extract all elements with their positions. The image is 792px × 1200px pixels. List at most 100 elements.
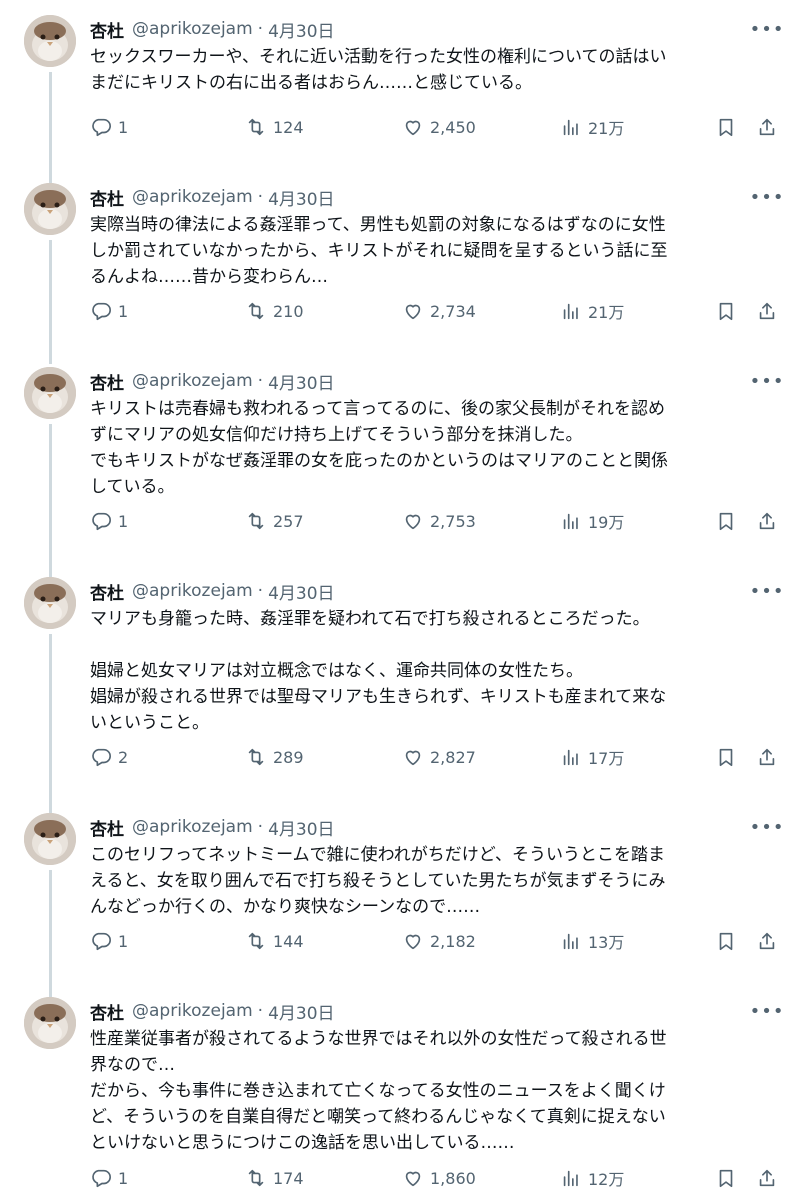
- reply-button[interactable]: 1: [90, 296, 128, 326]
- display-name[interactable]: 杏杜: [90, 17, 124, 42]
- action-bar: 1 257 2,753 19万: [0, 506, 792, 536]
- tweet-date[interactable]: 4月30日: [268, 369, 334, 394]
- retweet-icon: [248, 932, 264, 950]
- user-handle[interactable]: @aprikozejam: [132, 581, 253, 601]
- like-count: 1,860: [430, 1168, 476, 1188]
- separator-dot: ·: [257, 187, 264, 207]
- bookmark-button[interactable]: [715, 742, 737, 772]
- separator-dot: ·: [257, 817, 264, 837]
- tweet-date[interactable]: 4月30日: [268, 815, 334, 840]
- display-name[interactable]: 杏杜: [90, 579, 124, 604]
- more-icon[interactable]: •••: [750, 16, 784, 42]
- reply-button[interactable]: 1: [90, 1163, 128, 1193]
- reply-count: 1: [118, 117, 129, 137]
- views-button[interactable]: 21万: [560, 296, 624, 326]
- user-handle[interactable]: @aprikozejam: [132, 371, 253, 391]
- like-button[interactable]: 2,753: [402, 506, 476, 536]
- tweet[interactable]: 杏杜 @aprikozejam · 4月30日 ••• キリストは売春婦も救われ…: [0, 352, 792, 592]
- reply-icon: [92, 512, 111, 531]
- avatar[interactable]: [24, 367, 76, 419]
- like-button[interactable]: 2,734: [402, 296, 476, 326]
- bookmark-button[interactable]: [715, 112, 737, 142]
- avatar[interactable]: [24, 813, 76, 865]
- bookmark-button[interactable]: [715, 1163, 737, 1193]
- views-button[interactable]: 17万: [560, 742, 624, 772]
- user-handle[interactable]: @aprikozejam: [132, 817, 253, 837]
- views-icon: [563, 1170, 578, 1187]
- reply-count: 2: [118, 747, 129, 767]
- display-name[interactable]: 杏杜: [90, 185, 124, 210]
- reply-icon: [92, 302, 111, 321]
- avatar[interactable]: [24, 577, 76, 629]
- retweet-button[interactable]: 257: [245, 506, 304, 536]
- views-button[interactable]: 19万: [560, 506, 624, 536]
- tweet[interactable]: 杏杜 @aprikozejam · 4月30日 ••• このセリフってネットミー…: [0, 798, 792, 1008]
- avatar[interactable]: [24, 997, 76, 1049]
- retweet-button[interactable]: 124: [245, 112, 304, 142]
- avatar[interactable]: [24, 183, 76, 235]
- share-button[interactable]: [756, 742, 778, 772]
- tweet[interactable]: 杏杜 @aprikozejam · 4月30日 ••• 性産業従事者が殺されてる…: [0, 982, 792, 1200]
- more-icon[interactable]: •••: [750, 368, 784, 394]
- like-button[interactable]: 1,860: [402, 1163, 476, 1193]
- bookmark-button[interactable]: [715, 296, 737, 326]
- heart-icon: [405, 750, 421, 766]
- retweet-button[interactable]: 289: [245, 742, 304, 772]
- tweet-date[interactable]: 4月30日: [268, 999, 334, 1024]
- separator-dot: ·: [257, 371, 264, 391]
- more-icon[interactable]: •••: [750, 998, 784, 1024]
- views-button[interactable]: 21万: [560, 112, 624, 142]
- separator-dot: ·: [257, 581, 264, 601]
- reply-button[interactable]: 1: [90, 112, 128, 142]
- display-name[interactable]: 杏杜: [90, 369, 124, 394]
- views-count: 12万: [588, 1170, 625, 1189]
- bookmark-button[interactable]: [715, 506, 737, 536]
- thread-line: [49, 634, 52, 814]
- tweet-date[interactable]: 4月30日: [268, 579, 334, 604]
- like-button[interactable]: 2,827: [402, 742, 476, 772]
- reply-icon: [92, 748, 111, 767]
- tweet-header: 杏杜 @aprikozejam · 4月30日: [90, 578, 335, 604]
- retweet-button[interactable]: 144: [245, 926, 304, 956]
- retweet-icon: [248, 302, 264, 320]
- views-button[interactable]: 13万: [560, 926, 624, 956]
- display-name[interactable]: 杏杜: [90, 815, 124, 840]
- tweet-date[interactable]: 4月30日: [268, 17, 334, 42]
- user-handle[interactable]: @aprikozejam: [132, 1001, 253, 1021]
- retweet-icon: [248, 118, 264, 136]
- reply-button[interactable]: 2: [90, 742, 128, 772]
- bookmark-button[interactable]: [715, 926, 737, 956]
- views-count: 21万: [588, 303, 625, 322]
- more-icon[interactable]: •••: [750, 814, 784, 840]
- reply-button[interactable]: 1: [90, 506, 128, 536]
- user-handle[interactable]: @aprikozejam: [132, 187, 253, 207]
- views-icon: [563, 303, 578, 320]
- heart-icon: [405, 1171, 421, 1187]
- views-button[interactable]: 12万: [560, 1163, 624, 1193]
- share-button[interactable]: [756, 296, 778, 326]
- share-button[interactable]: [756, 1163, 778, 1193]
- tweet-date[interactable]: 4月30日: [268, 185, 334, 210]
- like-count: 2,827: [430, 747, 476, 767]
- share-button[interactable]: [756, 926, 778, 956]
- reply-count: 1: [118, 1168, 129, 1188]
- heart-icon: [405, 120, 421, 136]
- tweet[interactable]: 杏杜 @aprikozejam · 4月30日 ••• マリアも身籠った時、姦淫…: [0, 562, 792, 824]
- tweet-text: 実際当時の律法による姦淫罪って、男性も処罰の対象になるはずなのに女性 しか罰され…: [90, 212, 780, 290]
- display-name[interactable]: 杏杜: [90, 999, 124, 1024]
- share-button[interactable]: [756, 506, 778, 536]
- avatar[interactable]: [24, 15, 76, 67]
- user-handle[interactable]: @aprikozejam: [132, 19, 253, 39]
- reply-count: 1: [118, 301, 129, 321]
- like-button[interactable]: 2,182: [402, 926, 476, 956]
- more-icon[interactable]: •••: [750, 578, 784, 604]
- tweet[interactable]: 杏杜 @aprikozejam · 4月30日 ••• セックスワーカーや、それ…: [0, 0, 792, 184]
- retweet-button[interactable]: 174: [245, 1163, 304, 1193]
- reply-button[interactable]: 1: [90, 926, 128, 956]
- retweet-button[interactable]: 210: [245, 296, 304, 326]
- tweet[interactable]: 杏杜 @aprikozejam · 4月30日 ••• 実際当時の律法による姦淫…: [0, 168, 792, 378]
- bookmark-icon: [719, 302, 733, 321]
- like-button[interactable]: 2,450: [402, 112, 476, 142]
- more-icon[interactable]: •••: [750, 184, 784, 210]
- share-button[interactable]: [756, 112, 778, 142]
